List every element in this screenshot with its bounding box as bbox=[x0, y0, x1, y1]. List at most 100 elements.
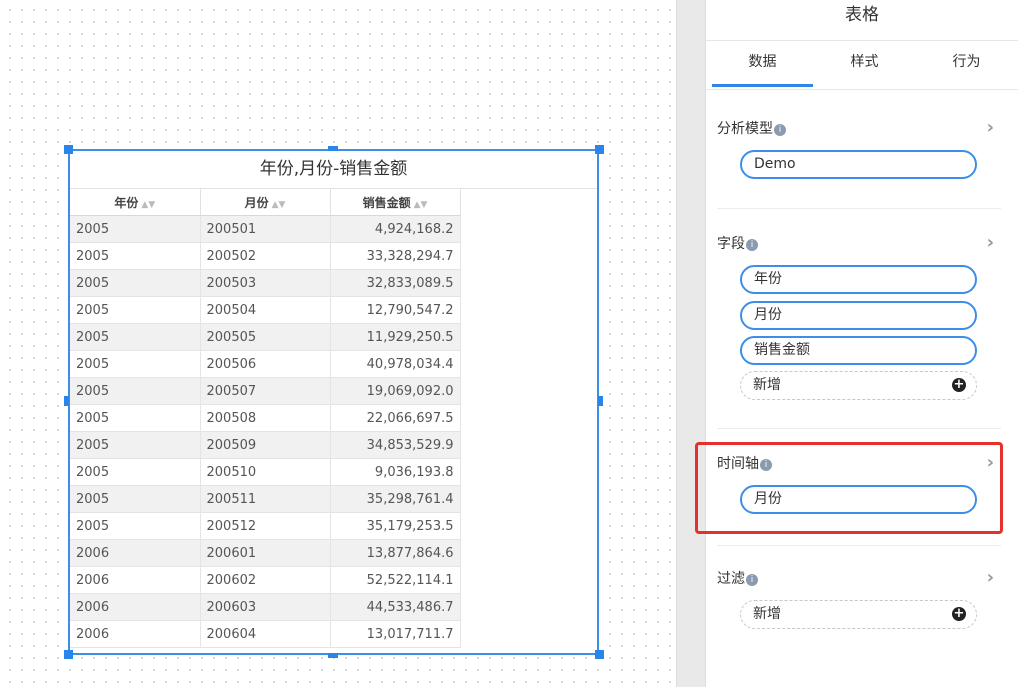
resize-handle-right[interactable] bbox=[598, 396, 603, 406]
table-row[interactable]: 2005 200502 33,328,294.7 bbox=[70, 242, 461, 270]
cell-sales: 13,017,711.7 bbox=[330, 620, 461, 648]
cell-sales: 11,929,250.5 bbox=[330, 323, 461, 351]
column-header-year[interactable]: 年份 ▲▼ bbox=[70, 189, 201, 216]
cell-month: 200603 bbox=[200, 593, 331, 621]
cell-sales: 33,328,294.7 bbox=[330, 242, 461, 270]
column-header-sales[interactable]: 销售金额 ▲▼ bbox=[330, 189, 461, 216]
model-select[interactable]: Demo bbox=[740, 150, 977, 179]
info-icon[interactable]: i bbox=[746, 239, 758, 251]
resize-handle-top-left[interactable] bbox=[64, 145, 73, 154]
resize-handle-top[interactable] bbox=[328, 146, 338, 151]
cell-month: 200502 bbox=[200, 242, 331, 270]
resize-handle-bottom-right[interactable] bbox=[595, 650, 604, 659]
cell-year: 2005 bbox=[70, 512, 201, 540]
cell-year: 2005 bbox=[70, 458, 201, 486]
cell-sales: 35,298,761.4 bbox=[330, 485, 461, 513]
cell-month: 200504 bbox=[200, 296, 331, 324]
resize-handle-top-right[interactable] bbox=[595, 145, 604, 154]
cell-month: 200512 bbox=[200, 512, 331, 540]
cell-year: 2006 bbox=[70, 539, 201, 567]
resize-handle-left[interactable] bbox=[64, 396, 69, 406]
section-header: 过滤 i › bbox=[706, 567, 1018, 591]
cell-year: 2005 bbox=[70, 404, 201, 432]
tab-style[interactable]: 样式 bbox=[814, 41, 915, 87]
cell-month: 200507 bbox=[200, 377, 331, 405]
table-row[interactable]: 2005 200501 4,924,168.2 bbox=[70, 215, 461, 243]
cell-year: 2005 bbox=[70, 323, 201, 351]
cell-sales: 40,978,034.4 bbox=[330, 350, 461, 378]
cell-sales: 44,533,486.7 bbox=[330, 593, 461, 621]
panel-title: 表格 bbox=[706, 0, 1018, 41]
cell-year: 2006 bbox=[70, 620, 201, 648]
chevron-right-icon[interactable]: › bbox=[987, 234, 994, 252]
panel-tabs: 数据 样式 行为 bbox=[706, 41, 1018, 90]
cell-month: 200503 bbox=[200, 269, 331, 297]
section-header: 字段 i › bbox=[706, 232, 1018, 256]
table-row[interactable]: 2005 200503 32,833,089.5 bbox=[70, 269, 461, 297]
divider bbox=[717, 428, 1001, 429]
section-header: 分析模型 i › bbox=[706, 117, 1018, 141]
cell-sales: 35,179,253.5 bbox=[330, 512, 461, 540]
table-row[interactable]: 2005 200512 35,179,253.5 bbox=[70, 512, 461, 540]
info-icon[interactable]: i bbox=[746, 574, 758, 586]
table-widget[interactable]: 年份,月份-销售金额 年份 ▲▼ 月份 ▲▼ 销售金额 ▲▼ 2005 200501 4,… bbox=[68, 149, 599, 655]
add-label: 新增 bbox=[753, 377, 781, 393]
section-label: 分析模型 bbox=[717, 121, 773, 137]
cell-month: 200604 bbox=[200, 620, 331, 648]
add-label: 新增 bbox=[753, 606, 781, 622]
table-row[interactable]: 2006 200601 13,877,864.6 bbox=[70, 539, 461, 567]
cell-year: 2005 bbox=[70, 350, 201, 378]
section-filter: 过滤 i › 新增 + bbox=[706, 567, 1018, 629]
table-row[interactable]: 2005 200511 35,298,761.4 bbox=[70, 485, 461, 513]
cell-month: 200508 bbox=[200, 404, 331, 432]
cell-year: 2005 bbox=[70, 215, 201, 243]
cell-year: 2005 bbox=[70, 242, 201, 270]
sort-icon[interactable]: ▲▼ bbox=[272, 200, 286, 210]
resize-handle-bottom[interactable] bbox=[328, 653, 338, 658]
canvas-area: 年份,月份-销售金额 年份 ▲▼ 月份 ▲▼ 销售金额 ▲▼ 2005 200501 4,… bbox=[0, 0, 676, 687]
table-row[interactable]: 2005 200504 12,790,547.2 bbox=[70, 296, 461, 324]
plus-circle-icon: + bbox=[952, 606, 966, 621]
data-table: 年份 ▲▼ 月份 ▲▼ 销售金额 ▲▼ 2005 200501 4,924,168.2 20… bbox=[70, 189, 461, 648]
cell-sales: 52,522,114.1 bbox=[330, 566, 461, 594]
cell-month: 200511 bbox=[200, 485, 331, 513]
add-filter-button[interactable]: 新增 + bbox=[740, 600, 977, 629]
cell-year: 2006 bbox=[70, 566, 201, 594]
cell-sales: 9,036,193.8 bbox=[330, 458, 461, 486]
sort-icon[interactable]: ▲▼ bbox=[414, 200, 428, 210]
column-header-month[interactable]: 月份 ▲▼ bbox=[200, 189, 331, 216]
sort-icon[interactable]: ▲▼ bbox=[141, 200, 155, 210]
cell-year: 2005 bbox=[70, 296, 201, 324]
widget-title: 年份,月份-销售金额 bbox=[70, 151, 597, 189]
table-row[interactable]: 2006 200603 44,533,486.7 bbox=[70, 593, 461, 621]
cell-sales: 19,069,092.0 bbox=[330, 377, 461, 405]
cell-year: 2006 bbox=[70, 593, 201, 621]
table-row[interactable]: 2005 200506 40,978,034.4 bbox=[70, 350, 461, 378]
cell-year: 2005 bbox=[70, 269, 201, 297]
table-row[interactable]: 2005 200507 19,069,092.0 bbox=[70, 377, 461, 405]
annotation-highlight-box bbox=[695, 442, 1003, 534]
cell-month: 200509 bbox=[200, 431, 331, 459]
table-row[interactable]: 2005 200510 9,036,193.8 bbox=[70, 458, 461, 486]
add-field-button[interactable]: 新增 + bbox=[740, 371, 977, 400]
tab-data[interactable]: 数据 bbox=[712, 41, 813, 87]
table-row[interactable]: 2006 200604 13,017,711.7 bbox=[70, 620, 461, 648]
table-row[interactable]: 2005 200505 11,929,250.5 bbox=[70, 323, 461, 351]
table-header-row: 年份 ▲▼ 月份 ▲▼ 销售金额 ▲▼ bbox=[70, 189, 461, 216]
chevron-right-icon[interactable]: › bbox=[987, 119, 994, 137]
info-icon[interactable]: i bbox=[774, 124, 786, 136]
cell-month: 200510 bbox=[200, 458, 331, 486]
cell-sales: 13,877,864.6 bbox=[330, 539, 461, 567]
cell-month: 200601 bbox=[200, 539, 331, 567]
resize-handle-bottom-left[interactable] bbox=[64, 650, 73, 659]
field-item-month[interactable]: 月份 bbox=[740, 301, 977, 330]
tab-behavior[interactable]: 行为 bbox=[916, 41, 1017, 87]
field-item-year[interactable]: 年份 bbox=[740, 265, 977, 294]
section-label: 字段 bbox=[717, 236, 745, 252]
panel-splitter[interactable] bbox=[676, 0, 706, 687]
table-row[interactable]: 2005 200509 34,853,529.9 bbox=[70, 431, 461, 459]
chevron-right-icon[interactable]: › bbox=[987, 569, 994, 587]
table-row[interactable]: 2006 200602 52,522,114.1 bbox=[70, 566, 461, 594]
field-item-sales[interactable]: 销售金额 bbox=[740, 336, 977, 365]
table-row[interactable]: 2005 200508 22,066,697.5 bbox=[70, 404, 461, 432]
